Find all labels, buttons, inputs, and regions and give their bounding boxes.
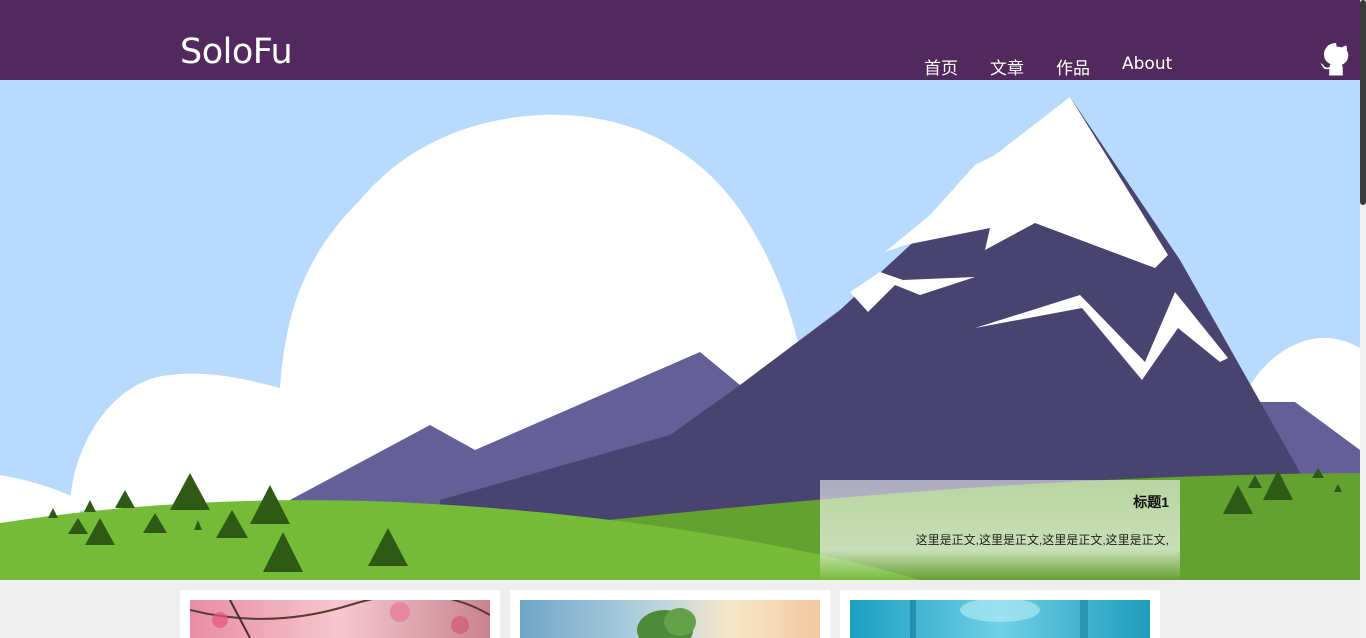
github-icon[interactable] xyxy=(1318,40,1354,78)
carousel-caption: 标题1 这里是正文,这里是正文,这里是正文,这里是正文, xyxy=(820,480,1180,580)
caption-title: 标题1 xyxy=(1133,494,1169,510)
blue-forest-image xyxy=(850,600,1150,638)
page-scrollbar[interactable] xyxy=(1360,0,1366,638)
nav-item-articles[interactable]: 文章 xyxy=(990,54,1024,79)
nav-item-home[interactable]: 首页 xyxy=(924,54,958,79)
caption-text: 这里是正文,这里是正文,这里是正文,这里是正文, xyxy=(915,533,1169,547)
card-item[interactable] xyxy=(180,590,500,638)
site-header: SoloFu 首页 文章 作品 About xyxy=(0,0,1360,80)
card-item[interactable] xyxy=(510,590,830,638)
tree-sunset-image xyxy=(520,600,820,638)
card-list xyxy=(180,590,1160,638)
card-item[interactable] xyxy=(840,590,1160,638)
scrollbar-thumb[interactable] xyxy=(1360,0,1366,205)
nav-item-works[interactable]: 作品 xyxy=(1056,54,1090,79)
nav-item-about[interactable]: About xyxy=(1122,54,1172,79)
hero-carousel[interactable]: 标题1 这里是正文,这里是正文,这里是正文,这里是正文, xyxy=(0,80,1360,580)
pink-blossom-tree-image xyxy=(190,600,490,638)
main-nav: 首页 文章 作品 About xyxy=(924,54,1204,79)
site-logo[interactable]: SoloFu xyxy=(180,32,293,72)
